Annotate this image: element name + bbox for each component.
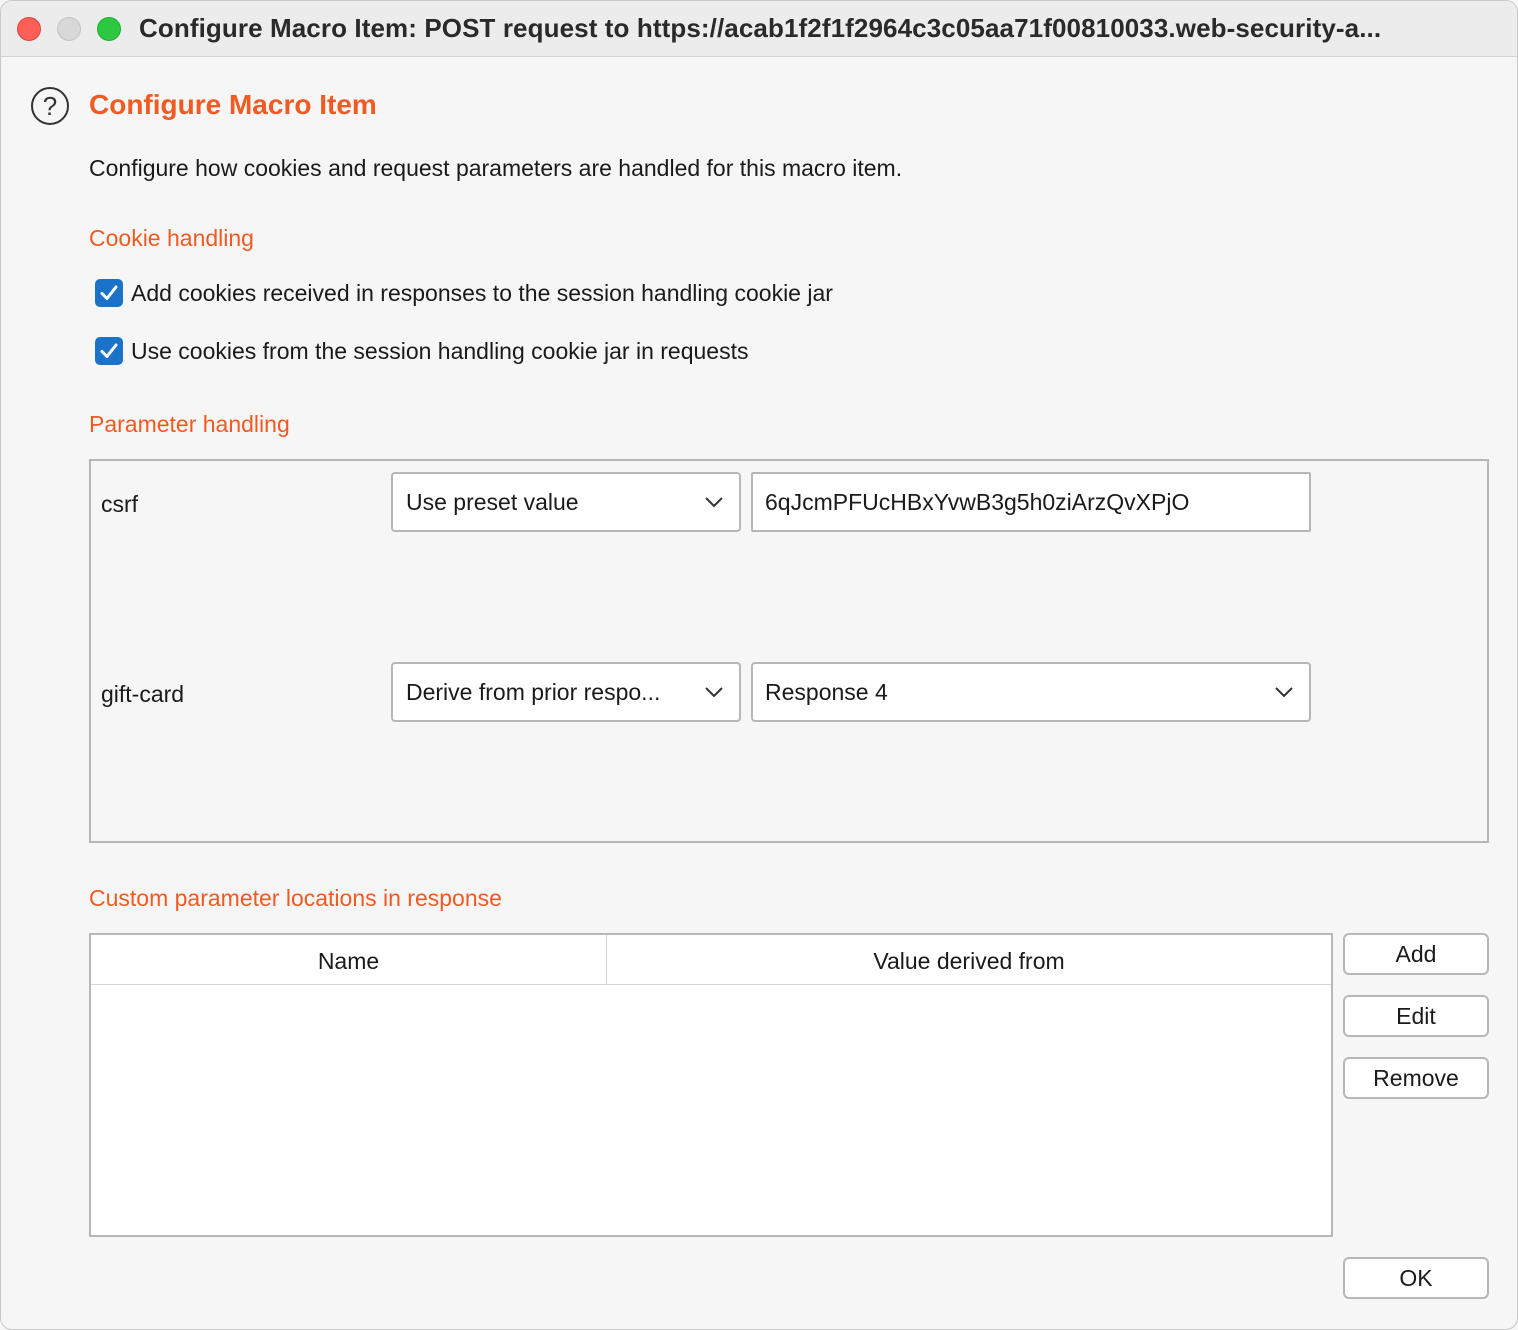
chevron-down-icon bbox=[705, 497, 723, 508]
close-window-button[interactable] bbox=[17, 17, 41, 41]
param-name-csrf: csrf bbox=[101, 491, 139, 517]
dialog-heading: Configure Macro Item bbox=[89, 89, 377, 120]
csrf-mode-value: Use preset value bbox=[406, 489, 579, 515]
help-icon[interactable]: ? bbox=[31, 87, 69, 125]
add-cookies-checkbox[interactable] bbox=[95, 279, 123, 307]
use-cookies-label: Use cookies from the session handling co… bbox=[131, 337, 749, 364]
gift-card-mode-select[interactable]: Derive from prior respo... bbox=[391, 662, 741, 722]
gift-card-response-value: Response 4 bbox=[765, 679, 888, 705]
csrf-value-field[interactable]: 6qJcmPFUcHBxYvwB3g5h0ziArzQvXPjO bbox=[751, 472, 1311, 532]
column-header-name[interactable]: Name bbox=[91, 935, 607, 985]
title-bar: Configure Macro Item: POST request to ht… bbox=[1, 1, 1517, 57]
add-cookies-label: Add cookies received in responses to the… bbox=[131, 279, 833, 306]
use-cookies-checkbox[interactable] bbox=[95, 337, 123, 365]
gift-card-response-select[interactable]: Response 4 bbox=[751, 662, 1311, 722]
use-cookies-option[interactable]: Use cookies from the session handling co… bbox=[95, 336, 749, 366]
ok-button[interactable]: OK bbox=[1343, 1257, 1489, 1299]
minimize-window-button[interactable] bbox=[57, 17, 81, 41]
gift-card-mode-value: Derive from prior respo... bbox=[406, 679, 661, 705]
checkmark-icon bbox=[100, 285, 118, 300]
chevron-down-icon bbox=[1275, 687, 1293, 698]
param-name-gift-card: gift-card bbox=[101, 681, 185, 707]
window-title: Configure Macro Item: POST request to ht… bbox=[139, 13, 1382, 43]
csrf-mode-select[interactable]: Use preset value bbox=[391, 472, 741, 532]
add-button[interactable]: Add bbox=[1343, 933, 1489, 975]
dialog-description: Configure how cookies and request parame… bbox=[89, 155, 903, 181]
custom-locations-label: Custom parameter locations in response bbox=[89, 885, 502, 911]
maximize-window-button[interactable] bbox=[97, 17, 121, 41]
table-header: Name Value derived from bbox=[91, 935, 1331, 985]
chevron-down-icon bbox=[705, 687, 723, 698]
remove-button[interactable]: Remove bbox=[1343, 1057, 1489, 1099]
column-header-value-derived-from[interactable]: Value derived from bbox=[607, 935, 1331, 985]
edit-button[interactable]: Edit bbox=[1343, 995, 1489, 1037]
add-cookies-option[interactable]: Add cookies received in responses to the… bbox=[95, 278, 833, 308]
parameter-handling-panel: csrf Use preset value 6qJcmPFUcHBxYvwB3g… bbox=[89, 459, 1489, 843]
cookie-handling-label: Cookie handling bbox=[89, 225, 254, 251]
dialog-window: Configure Macro Item: POST request to ht… bbox=[0, 0, 1518, 1330]
custom-locations-table[interactable]: Name Value derived from bbox=[89, 933, 1333, 1237]
checkmark-icon bbox=[100, 343, 118, 358]
parameter-handling-label: Parameter handling bbox=[89, 411, 290, 437]
